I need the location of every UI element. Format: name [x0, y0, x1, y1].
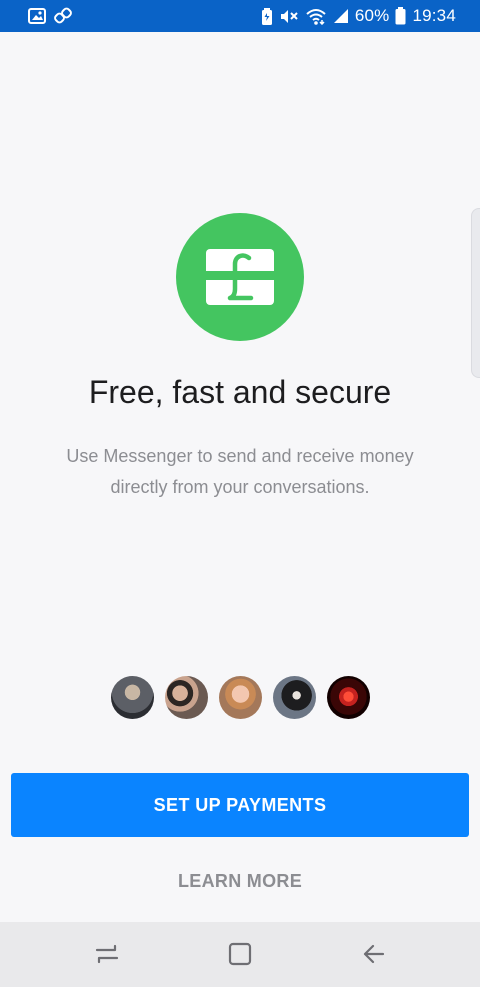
link-icon [54, 7, 72, 25]
avatar [111, 676, 154, 719]
signal-icon [333, 8, 349, 24]
payments-hero [176, 213, 304, 341]
home-icon [228, 942, 252, 966]
battery-saver-icon [261, 7, 273, 25]
page-title: Free, fast and secure [88, 374, 392, 410]
subtitle-line-1: Use Messenger to send and receive money [66, 446, 414, 466]
learn-more-button[interactable]: LEARN MORE [140, 862, 340, 900]
wifi-icon [305, 8, 327, 25]
system-navigation-bar [0, 922, 480, 987]
mute-icon [279, 8, 299, 25]
recents-button[interactable] [83, 932, 131, 976]
avatar [219, 676, 262, 719]
battery-icon [395, 7, 406, 25]
battery-percent: 60% [354, 6, 390, 25]
image-icon [28, 8, 46, 24]
set-up-payments-button[interactable]: SET UP PAYMENTS [11, 773, 469, 837]
pound-card-icon [206, 249, 274, 305]
recents-icon [95, 944, 119, 964]
avatar [327, 676, 370, 719]
back-button[interactable] [350, 932, 398, 976]
status-left [28, 7, 72, 25]
clock: 19:34 [412, 6, 456, 25]
back-icon [363, 944, 385, 964]
subtitle-line-2: directly from your conversations. [110, 477, 370, 497]
avatar [165, 676, 208, 719]
status-right: 60% 19:34 [261, 0, 456, 32]
edge-panel-handle[interactable] [471, 208, 480, 378]
page-subtitle: Use Messenger to send and receive money … [40, 441, 440, 503]
home-button[interactable] [216, 932, 264, 976]
avatar [273, 676, 316, 719]
friend-avatars [111, 676, 370, 719]
status-bar: 60% 19:34 [0, 0, 480, 32]
